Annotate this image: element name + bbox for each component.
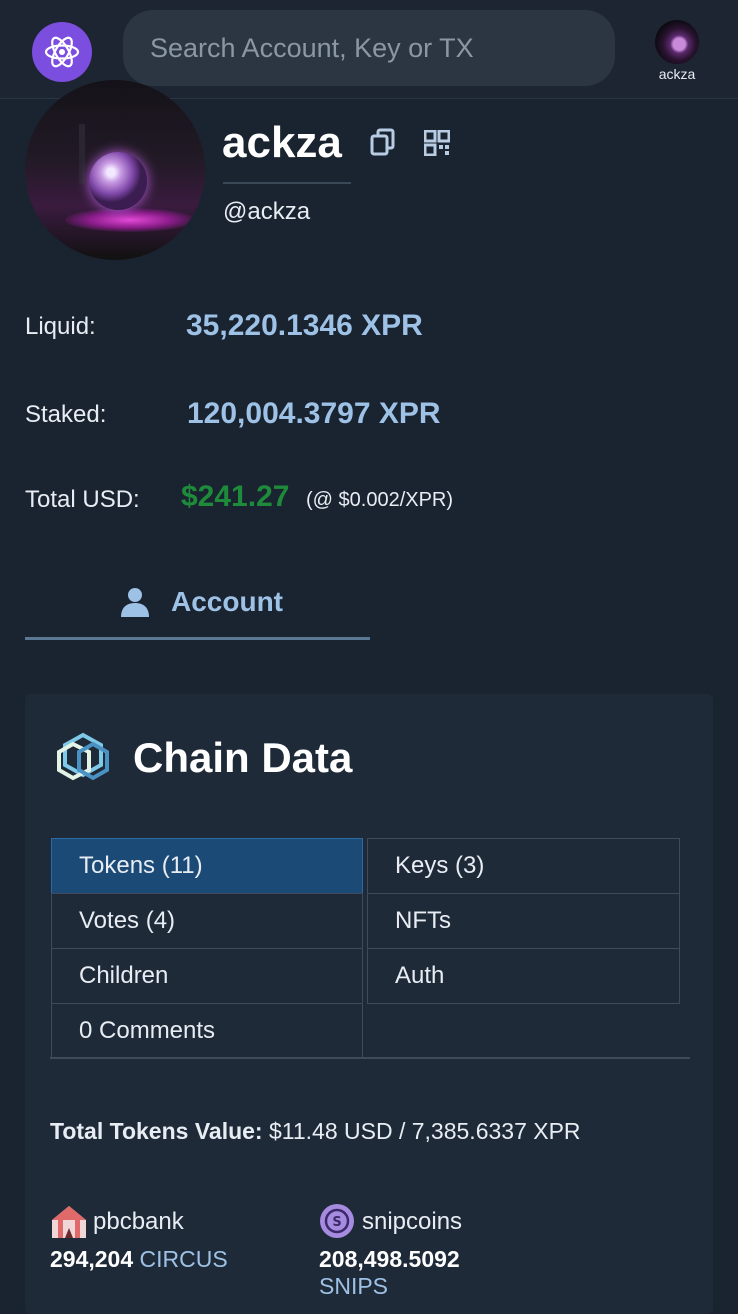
copy-icon[interactable] [370,128,396,156]
user-icon [121,588,149,617]
tab-votes[interactable]: Votes (4) [51,893,363,949]
user-name[interactable]: ackza [640,66,714,82]
tab-keys[interactable]: Keys (3) [367,838,680,894]
search-placeholder: Search Account, Key or TX [150,32,474,63]
tab-nfts[interactable]: NFTs [367,893,680,949]
tab-children[interactable]: Children [51,948,363,1004]
atom-icon [44,36,80,68]
user-avatar[interactable] [655,20,699,64]
profile-avatar [25,80,205,260]
profile-display-name: ackza [222,118,342,167]
tab-account-label: Account [171,586,283,617]
tab-tokens[interactable]: Tokens (11) [51,838,363,894]
liquid-label: Liquid: [25,313,96,340]
xpr-rate: (@ $0.002/XPR) [306,489,454,511]
token-name: snipcoins [362,1208,463,1235]
qr-code-icon[interactable] [424,130,450,156]
token-name: pbcbank [93,1208,184,1235]
total-tokens-value: Total Tokens Value: $11.48 USD / 7,385.6… [50,1118,581,1145]
token-amount: 294,204 CIRCUS [50,1246,228,1272]
liquid-value: 35,220.1346 XPR [186,309,423,342]
staked-value: 120,004.3797 XPR [187,397,441,430]
circus-tent-icon [52,1206,86,1238]
token-symbol: CIRCUS [139,1246,228,1272]
tab-comments[interactable]: 0 Comments [51,1003,363,1059]
name-divider [223,182,351,184]
tab-account[interactable]: Account [25,570,370,640]
chain-data-title: Chain Data [133,734,353,781]
tab-auth[interactable]: Auth [367,948,680,1004]
total-tokens-label: Total Tokens Value: [50,1118,263,1144]
chain-icon [57,732,109,781]
staked-label: Staked: [25,401,107,428]
snipcoins-icon: S [320,1204,354,1238]
total-tokens-amount: $11.48 USD / 7,385.6337 XPR [268,1118,581,1144]
profile-handle: @ackza [223,198,311,225]
svg-text:S: S [332,1215,341,1230]
total-usd-value: $241.27 [181,480,290,513]
atom-logo-icon[interactable] [32,22,92,82]
grid-divider [50,1057,690,1059]
total-usd-label: Total USD: [25,486,140,513]
token-amount: 208,498.5092 SNIPS [319,1246,460,1299]
search-input[interactable]: Search Account, Key or TX [123,10,615,86]
token-symbol: SNIPS [319,1273,389,1299]
